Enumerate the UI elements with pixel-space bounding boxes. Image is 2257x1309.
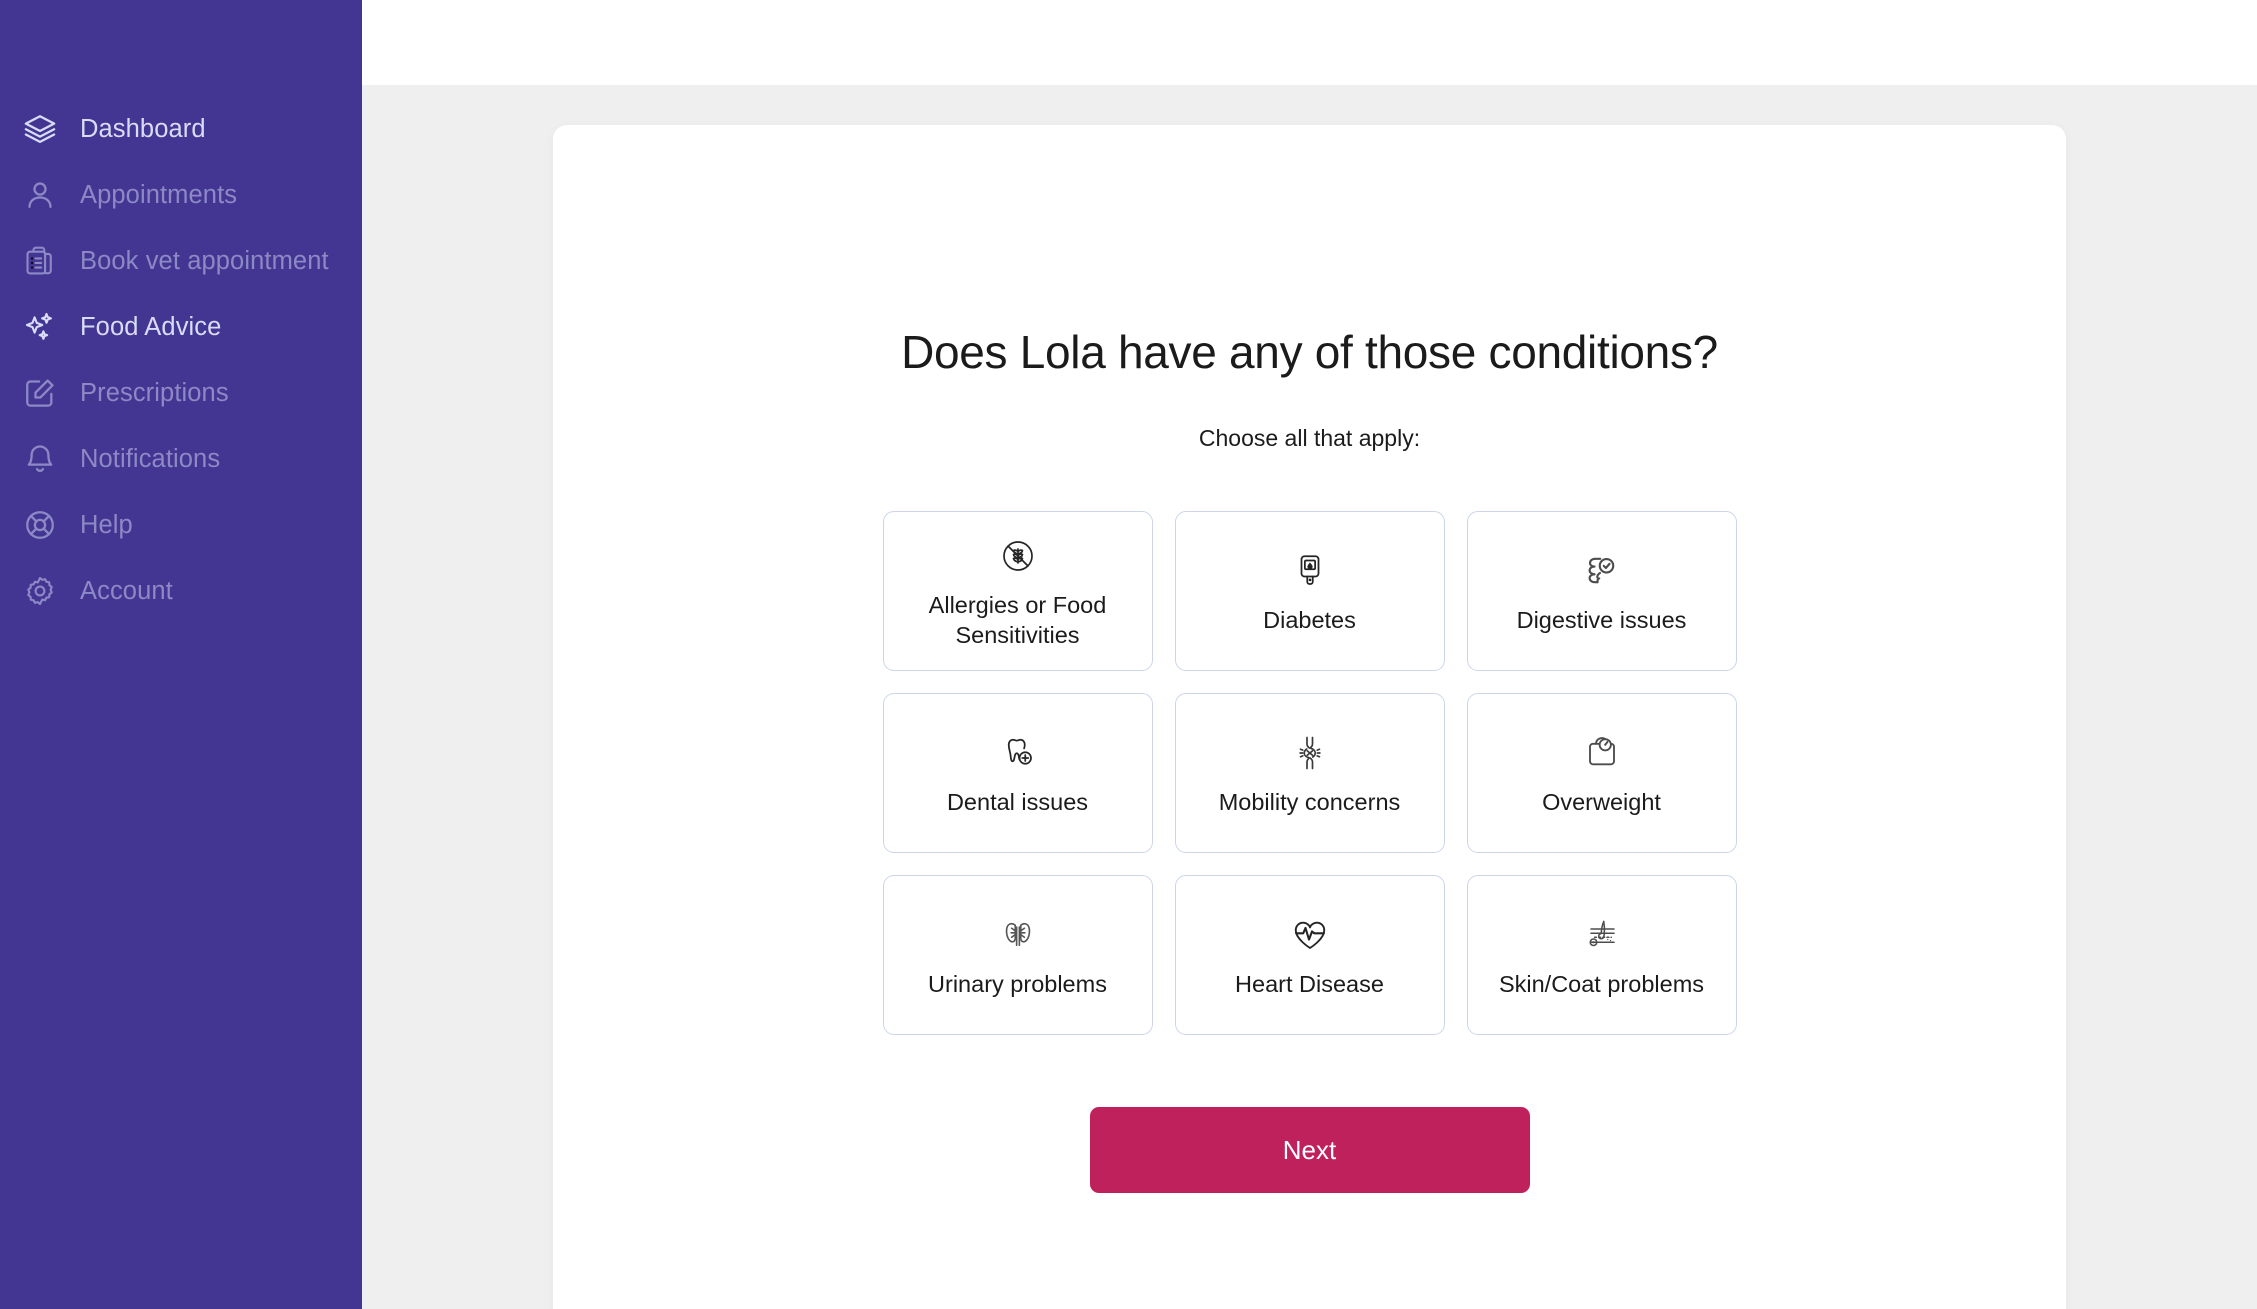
tooth-plus-icon xyxy=(998,728,1038,778)
heart-pulse-icon xyxy=(1290,910,1330,960)
option-label: Diabetes xyxy=(1263,607,1356,634)
sidebar-item-appointments[interactable]: Appointments xyxy=(0,162,362,228)
lifebuoy-icon xyxy=(22,507,58,543)
question-panel: Does Lola have any of those conditions? … xyxy=(553,125,2066,1309)
edit-square-icon xyxy=(22,375,58,411)
sidebar-item-label: Help xyxy=(80,510,133,539)
joint-pain-icon xyxy=(1290,728,1330,778)
question-subtitle: Choose all that apply: xyxy=(1198,425,1421,451)
option-label: Dental issues xyxy=(946,789,1089,816)
sparkles-icon xyxy=(22,309,58,345)
page-title: Does Lola have any of those conditions? xyxy=(901,326,1718,378)
option-label: Urinary problems xyxy=(928,971,1107,998)
weight-scale-icon xyxy=(1582,728,1622,778)
sidebar-item-label: Food Advice xyxy=(80,312,222,341)
bell-icon xyxy=(22,441,58,477)
glucose-meter-icon xyxy=(1290,546,1330,596)
option-card-diabetes[interactable]: Diabetes xyxy=(1174,511,1445,671)
sidebar-item-dashboard[interactable]: Dashboard xyxy=(0,96,362,162)
sidebar-item-label: Account xyxy=(80,576,173,605)
sidebar-item-prescriptions[interactable]: Prescriptions xyxy=(0,360,362,426)
sidebar-item-label: Book vet appointment xyxy=(80,246,329,275)
user-icon xyxy=(22,177,58,213)
sidebar-item-label: Dashboard xyxy=(80,114,206,143)
option-label: Skin/Coat problems xyxy=(1498,971,1705,998)
sidebar-item-label: Notifications xyxy=(80,444,221,473)
option-label: Overweight xyxy=(1542,789,1661,816)
conditions-options-grid: Allergies or Food Sensitivities Diabetes xyxy=(882,511,1737,1035)
sidebar-item-book-vet-appointment[interactable]: Book vet appointment xyxy=(0,228,362,294)
option-label: Digestive issues xyxy=(1516,607,1687,634)
sidebar-item-food-advice[interactable]: Food Advice xyxy=(0,294,362,360)
option-label: Heart Disease xyxy=(1235,971,1384,998)
option-label: Mobility concerns xyxy=(1218,789,1401,816)
gear-icon xyxy=(22,573,58,609)
clipboard-icon xyxy=(22,243,58,279)
option-card-mobility-concerns[interactable]: Mobility concerns xyxy=(1174,693,1445,853)
next-button[interactable]: Next xyxy=(1089,1107,1530,1193)
sidebar-item-account[interactable]: Account xyxy=(0,558,362,624)
layers-icon xyxy=(22,111,58,147)
option-card-dental-issues[interactable]: Dental issues xyxy=(882,693,1153,853)
kidneys-icon xyxy=(998,910,1038,960)
option-card-allergies-or-food-sensitivities[interactable]: Allergies or Food Sensitivities xyxy=(882,511,1153,671)
sidebar-item-label: Prescriptions xyxy=(80,378,229,407)
option-card-urinary-problems[interactable]: Urinary problems xyxy=(882,875,1153,1035)
option-card-overweight[interactable]: Overweight xyxy=(1466,693,1737,853)
app-root: Dashboard Appointments Book vet appointm… xyxy=(0,0,2257,1309)
option-card-skin-coat-problems[interactable]: Skin/Coat problems xyxy=(1466,875,1737,1035)
sidebar: Dashboard Appointments Book vet appointm… xyxy=(0,0,362,1309)
top-header-bar xyxy=(362,0,2257,85)
intestine-icon xyxy=(1582,546,1622,596)
sidebar-item-label: Appointments xyxy=(80,180,238,209)
hair-follicle-icon xyxy=(1582,910,1622,960)
option-card-heart-disease[interactable]: Heart Disease xyxy=(1174,875,1445,1035)
no-wheat-icon xyxy=(998,531,1038,581)
sidebar-item-help[interactable]: Help xyxy=(0,492,362,558)
question-panel-inner: Does Lola have any of those conditions? … xyxy=(553,125,2066,1193)
option-card-digestive-issues[interactable]: Digestive issues xyxy=(1466,511,1737,671)
sidebar-item-notifications[interactable]: Notifications xyxy=(0,426,362,492)
option-label: Allergies or Food Sensitivities xyxy=(928,592,1107,648)
